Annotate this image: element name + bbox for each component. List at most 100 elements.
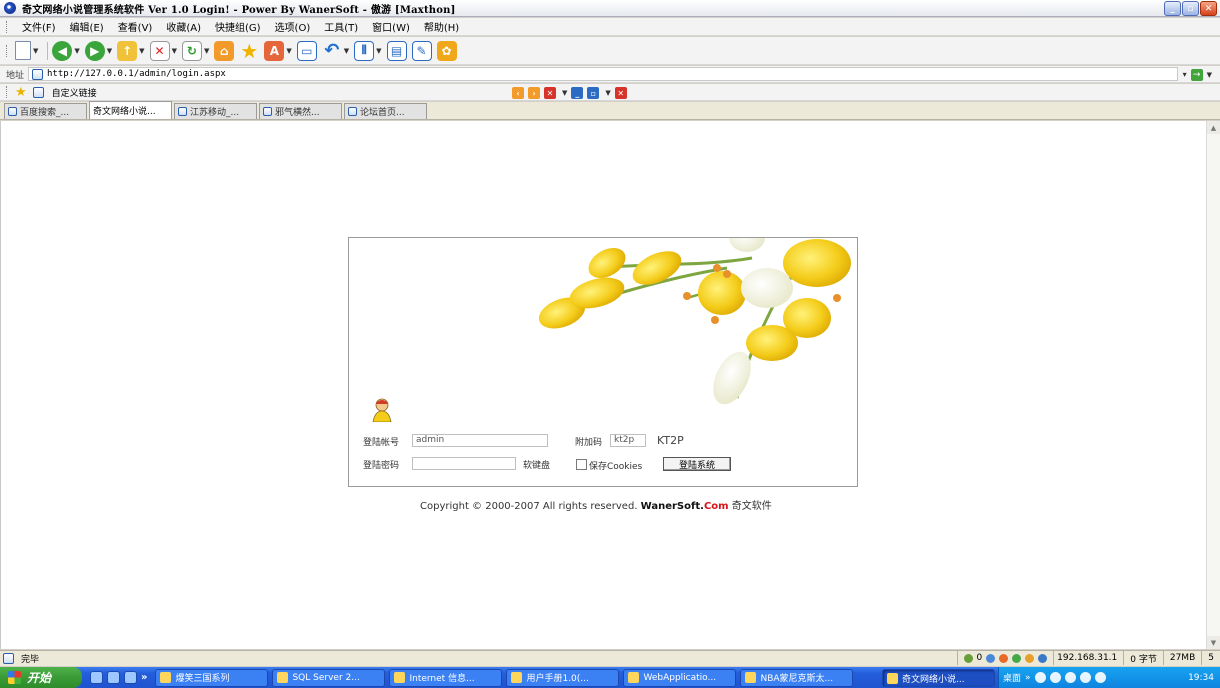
task-button[interactable]: 用户手册1.0(... xyxy=(506,668,620,687)
columns-button[interactable]: ⫴ ▼ xyxy=(354,40,382,61)
address-input[interactable]: http://127.0.0.1/admin/login.aspx xyxy=(28,67,1179,81)
brand-name[interactable]: WanerSoft. xyxy=(641,501,704,512)
menu-help[interactable]: 帮助(H) xyxy=(417,19,466,34)
minimize-button[interactable]: _ xyxy=(1164,1,1181,16)
menu-edit[interactable]: 编辑(E) xyxy=(63,19,111,34)
go-icon[interactable]: → xyxy=(1190,68,1203,81)
popup-block-icon[interactable] xyxy=(999,653,1009,663)
dropdown-arrow-icon[interactable]: ▼ xyxy=(139,47,144,55)
clock[interactable]: 19:34 xyxy=(1188,673,1214,683)
menu-file[interactable]: 文件(F) xyxy=(15,19,63,34)
remember-cookies-checkbox[interactable] xyxy=(576,459,587,470)
refresh-button[interactable]: ↻ ▼ xyxy=(181,40,209,61)
soft-keyboard-link[interactable]: 软键盘 xyxy=(523,458,550,471)
scroll-up-icon[interactable]: ▲ xyxy=(1207,121,1220,134)
chevron-right-icon[interactable]: » xyxy=(141,672,147,683)
forward-button[interactable]: ▶ ▼ xyxy=(84,40,112,61)
stop-button[interactable]: ✕ ▼ xyxy=(149,40,177,61)
close-button[interactable]: ✕ xyxy=(1200,1,1217,16)
dropdown-arrow-icon[interactable]: ▼ xyxy=(376,47,381,55)
menu-options[interactable]: 选项(O) xyxy=(268,19,318,34)
ad-filter-icon[interactable] xyxy=(1012,653,1022,663)
volume-icon[interactable] xyxy=(1049,672,1061,683)
tab-forum-home[interactable]: 论坛首页... xyxy=(344,103,427,119)
chevron-right-icon[interactable]: » xyxy=(1025,673,1031,683)
remember-cookies-label[interactable]: 保存Cookies xyxy=(589,459,642,472)
restore-button[interactable]: ▫ xyxy=(1182,1,1199,16)
network-icon[interactable] xyxy=(1034,672,1046,683)
restore-tab-icon[interactable]: ▫ xyxy=(587,87,600,99)
captcha-input[interactable]: kt2p xyxy=(610,434,646,447)
menu-window[interactable]: 窗口(W) xyxy=(365,19,417,34)
task-button[interactable]: 爆笑三国系列 xyxy=(155,668,269,687)
new-page-button[interactable]: ▼ xyxy=(15,41,38,60)
edit-button[interactable]: ✎ xyxy=(411,40,432,61)
tab-xieqi[interactable]: 邪气横然... xyxy=(259,103,342,119)
gear-icon[interactable] xyxy=(1025,653,1035,663)
password-input[interactable] xyxy=(412,457,516,470)
dropdown-arrow-icon[interactable]: ▼ xyxy=(562,89,567,97)
tab-qiwen-login[interactable]: 奇文网络小说... xyxy=(89,101,172,119)
desktop-toolbar-label[interactable]: 桌面 xyxy=(1003,671,1021,684)
explorer-icon[interactable] xyxy=(107,671,120,684)
skin-icon[interactable] xyxy=(986,653,996,663)
start-button[interactable]: 开始 xyxy=(0,667,82,688)
input-method-icon[interactable] xyxy=(1094,672,1106,683)
toolbar-grip[interactable] xyxy=(6,44,9,57)
stop-icon: ✕ xyxy=(149,40,170,61)
dropdown-arrow-icon[interactable]: ▼ xyxy=(286,47,291,55)
translate-button[interactable]: A ▼ xyxy=(264,40,292,61)
download-icon[interactable] xyxy=(963,653,973,663)
task-button[interactable]: SQL Server 2... xyxy=(272,668,386,687)
prev-tab-icon[interactable]: ‹ xyxy=(512,87,524,99)
next-tab-icon[interactable]: › xyxy=(528,87,540,99)
close-all-icon[interactable]: ✕ xyxy=(614,87,627,99)
brand-suffix[interactable]: Com xyxy=(704,501,729,512)
custom-links-label[interactable]: 自定义链接 xyxy=(52,86,97,99)
toolbar-grip[interactable] xyxy=(6,86,9,98)
task-button[interactable]: NBA蒙尼克斯太... xyxy=(740,668,854,687)
tab-jiangsu-mobile[interactable]: 江苏移动_... xyxy=(174,103,257,119)
toolbar-grip[interactable] xyxy=(6,20,9,33)
star-icon[interactable]: ★ xyxy=(15,86,27,99)
dropdown-arrow-icon[interactable]: ▼ xyxy=(33,47,38,55)
qq-icon[interactable] xyxy=(124,671,137,684)
up-button[interactable]: ↑ ▼ xyxy=(117,40,145,61)
monitor-icon[interactable] xyxy=(1038,653,1048,663)
menu-favorites[interactable]: 收藏(A) xyxy=(159,19,208,34)
ie-icon[interactable] xyxy=(90,671,103,684)
vertical-scrollbar[interactable]: ▲ ▼ xyxy=(1206,121,1220,649)
dropdown-arrow-icon[interactable]: ▼ xyxy=(172,47,177,55)
tab-baidu[interactable]: 百度搜索_... xyxy=(4,103,87,119)
dropdown-arrow-icon[interactable]: ▼ xyxy=(107,47,112,55)
dropdown-arrow-icon[interactable]: ▼ xyxy=(74,47,79,55)
plugin-button[interactable]: ✿ xyxy=(436,40,457,61)
dropdown-arrow-icon[interactable]: ▼ xyxy=(344,47,349,55)
qq-tray-icon[interactable] xyxy=(1064,672,1076,683)
task-button[interactable]: Internet 信息... xyxy=(389,668,503,687)
close-tab-icon[interactable]: ✕ xyxy=(544,87,556,99)
menu-tools[interactable]: 工具(T) xyxy=(317,19,365,34)
go-dropdown-icon[interactable]: ▼ xyxy=(1207,71,1212,79)
account-input[interactable]: admin xyxy=(412,434,548,447)
dropdown-arrow-icon[interactable]: ▼ xyxy=(605,89,610,97)
login-submit-button[interactable]: 登陆系统 xyxy=(663,457,731,471)
home-button[interactable]: ⌂ xyxy=(214,40,235,61)
extra-value: 5 xyxy=(1208,653,1214,663)
address-url[interactable]: http://127.0.0.1/admin/login.aspx xyxy=(47,69,226,79)
star-icon: ★ xyxy=(240,38,259,63)
task-button-active[interactable]: 奇文网络小说... xyxy=(882,669,995,687)
address-dropdown-icon[interactable]: ▾ xyxy=(1183,70,1187,79)
minimize-tab-icon[interactable]: _ xyxy=(571,87,584,99)
sidebar-button[interactable]: ▤ xyxy=(386,40,407,61)
scroll-down-icon[interactable]: ▼ xyxy=(1207,636,1220,649)
screenshot-button[interactable]: ▭ xyxy=(296,40,317,61)
dropdown-arrow-icon[interactable]: ▼ xyxy=(204,47,209,55)
menu-view[interactable]: 查看(V) xyxy=(111,19,160,34)
task-button[interactable]: WebApplicatio... xyxy=(623,668,737,687)
menu-groups[interactable]: 快捷组(G) xyxy=(208,19,268,34)
undo-close-button[interactable]: ↶ ▼ xyxy=(322,40,349,61)
favorites-button[interactable]: ★ xyxy=(239,38,259,63)
back-button[interactable]: ◀ ▼ xyxy=(52,40,80,61)
antivirus-icon[interactable] xyxy=(1079,672,1091,683)
